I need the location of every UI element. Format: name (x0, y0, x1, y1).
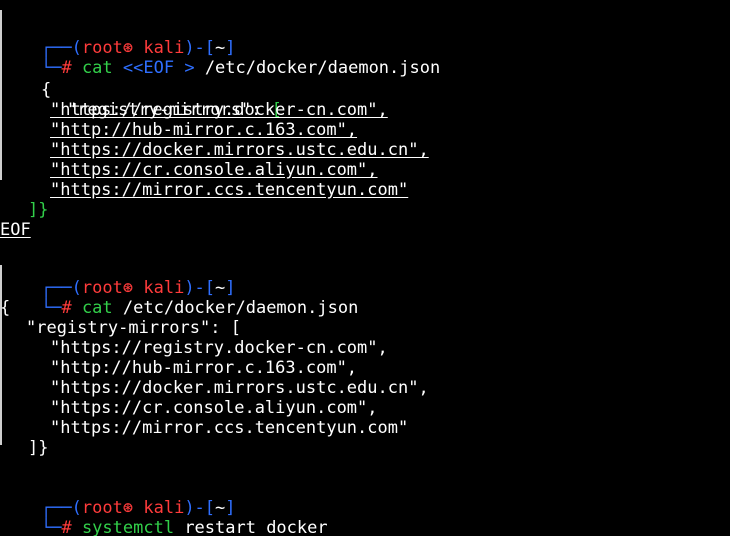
output-mirror-line: "https://docker.mirrors.ustc.edu.cn", (50, 378, 429, 398)
heredoc-eof: EOF (0, 220, 31, 240)
output-mirror-line: "https://registry.docker-cn.com", (50, 338, 388, 358)
command-path: /etc/docker/daemon.json (122, 298, 359, 318)
prompt-line-3: ┌──(root⊛ kali)-[~] (0, 478, 236, 518)
heredoc-mirror-line: "https://docker.mirrors.ustc.edu.cn", (50, 140, 429, 160)
output-open-brace: { (0, 298, 11, 318)
prompt-second: └─ (40, 518, 62, 536)
prompt-hash: # (61, 58, 72, 78)
prompt-hash: # (61, 298, 72, 318)
output-mirror-line: "https://mirror.ccs.tencentyun.com" (50, 418, 409, 438)
prompt-hash: # (61, 518, 72, 536)
command-name: systemctl (81, 518, 175, 536)
heredoc-close-line: ]} (28, 200, 49, 220)
command-args: <<EOF > (122, 58, 195, 78)
command-args: restart docker (184, 518, 328, 536)
command-name: cat (81, 58, 113, 78)
command-name: cat (81, 298, 113, 318)
prompt-line-1: ┌──(root⊛ kali)-[~] (0, 18, 236, 58)
terminal-window[interactable]: ┌──(root⊛ kali)-[~] └─# cat <<EOF > /etc… (0, 0, 730, 536)
command-line-3[interactable]: └─# systemctl restart docker (0, 498, 328, 536)
command-line-2: └─# cat /etc/docker/daemon.json (0, 278, 358, 318)
prompt-second: └─ (40, 298, 62, 318)
heredoc-open-brace: { (40, 80, 52, 100)
heredoc-mirror-line: "https://registry.docker-cn.com", (50, 100, 388, 120)
output-close-line: ]} (28, 438, 49, 458)
output-mirror-line: "https://cr.console.aliyun.com", (50, 398, 378, 418)
command-path: /etc/docker/daemon.json (204, 58, 441, 78)
heredoc-mirror-line: "https://cr.console.aliyun.com", (50, 160, 378, 180)
heredoc-mirror-line: "http://hub-mirror.c.163.com", (50, 120, 358, 140)
output-key-line: "registry-mirrors": [ (26, 318, 241, 338)
prompt-line-2: ┌──(root⊛ kali)-[~] (0, 258, 236, 298)
heredoc-key-line: "registry-mirrors": [ (0, 80, 282, 120)
output-mirror-line: "http://hub-mirror.c.163.com", (50, 358, 358, 378)
heredoc-mirror-line: "https://mirror.ccs.tencentyun.com" (50, 180, 409, 200)
command-line-1: └─# cat <<EOF > /etc/docker/daemon.json (0, 38, 440, 78)
